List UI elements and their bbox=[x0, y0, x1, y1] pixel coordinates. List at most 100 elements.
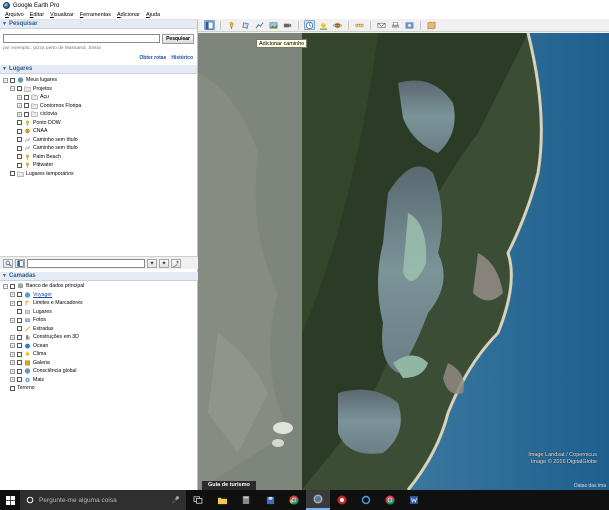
places-item[interactable]: Lugares temporários bbox=[3, 170, 197, 179]
add-path-button[interactable] bbox=[254, 20, 265, 30]
tourism-guide-tab[interactable]: Guia de turismo bbox=[202, 481, 256, 490]
layers-item[interactable]: + Clima bbox=[3, 350, 198, 359]
print-button[interactable] bbox=[390, 20, 401, 30]
word-button[interactable] bbox=[402, 490, 426, 510]
menu-editar[interactable]: Editar bbox=[27, 12, 47, 18]
expand-toggle-icon[interactable]: + bbox=[17, 94, 22, 100]
add-placemark-button[interactable] bbox=[226, 20, 237, 30]
layers-item[interactable]: + Galeria bbox=[3, 359, 198, 368]
places-item[interactable]: + ciclovia bbox=[3, 110, 197, 119]
layers-item[interactable]: − Banco de dados principal bbox=[3, 282, 198, 291]
layers-checkbox[interactable] bbox=[17, 317, 22, 323]
expand-toggle-icon[interactable]: + bbox=[17, 103, 22, 109]
layers-item[interactable]: + Ocean bbox=[3, 342, 198, 351]
places-checkbox[interactable] bbox=[17, 145, 22, 151]
view-in-maps-button[interactable] bbox=[426, 20, 437, 30]
expand-toggle-icon[interactable]: + bbox=[10, 368, 15, 374]
layers-checkbox[interactable] bbox=[17, 343, 22, 349]
layers-item[interactable]: + Consciência global bbox=[3, 367, 198, 376]
move-up-button[interactable]: ✦ bbox=[147, 258, 157, 268]
places-item[interactable]: Ponto DOW bbox=[3, 119, 197, 128]
sidebar-toggle-button[interactable] bbox=[204, 20, 215, 30]
places-checkbox[interactable] bbox=[17, 120, 22, 126]
start-button[interactable] bbox=[0, 490, 20, 510]
layers-checkbox[interactable] bbox=[10, 385, 15, 391]
calculator-button[interactable] bbox=[234, 490, 258, 510]
expand-toggle-icon[interactable]: + bbox=[10, 334, 15, 340]
move-down-button[interactable]: ✦ bbox=[159, 258, 169, 268]
layers-item[interactable]: + Mais bbox=[3, 376, 198, 385]
places-checkbox[interactable] bbox=[17, 86, 22, 92]
cortana-search[interactable]: Pergunte-me alguma coisa 🎤 bbox=[20, 490, 186, 510]
layers-checkbox[interactable] bbox=[17, 309, 22, 315]
layers-item[interactable]: + Limites e Marcadores bbox=[3, 299, 198, 308]
expand-toggle-icon[interactable]: + bbox=[10, 343, 15, 349]
expand-toggle-icon[interactable]: + bbox=[10, 351, 15, 357]
expand-toggle-icon[interactable]: + bbox=[10, 300, 15, 306]
layers-item[interactable]: + Voyager bbox=[3, 291, 198, 300]
search-panel-header[interactable]: ▼ Pesquisar bbox=[0, 20, 197, 29]
menu-adicionar[interactable]: Adicionar bbox=[114, 12, 143, 18]
add-polygon-button[interactable] bbox=[240, 20, 251, 30]
get-directions-link[interactable]: Obter rotas bbox=[139, 55, 166, 61]
sun-button[interactable] bbox=[318, 20, 329, 30]
places-item[interactable]: − Meus lugares bbox=[3, 76, 197, 85]
places-checkbox[interactable] bbox=[24, 111, 29, 117]
layers-checkbox[interactable] bbox=[17, 351, 22, 357]
places-item[interactable]: Pittwater bbox=[3, 161, 197, 170]
history-link[interactable]: Histórico bbox=[171, 55, 193, 61]
ruler-button[interactable] bbox=[354, 20, 365, 30]
places-checkbox[interactable] bbox=[17, 137, 22, 143]
collapse-toggle-icon[interactable]: − bbox=[10, 86, 15, 92]
expand-toggle-icon[interactable]: + bbox=[10, 292, 15, 298]
places-checkbox[interactable] bbox=[10, 171, 15, 177]
places-item[interactable]: Palm Beach bbox=[3, 153, 197, 162]
record-tour-button[interactable] bbox=[282, 20, 293, 30]
save-image-button[interactable] bbox=[404, 20, 415, 30]
places-panel-header[interactable]: ▼ Lugares bbox=[0, 65, 197, 74]
toggle-panel-button[interactable] bbox=[15, 258, 25, 268]
red-app-button[interactable] bbox=[330, 490, 354, 510]
save-app-button[interactable] bbox=[258, 490, 282, 510]
places-item[interactable]: Caminho sem título bbox=[3, 144, 197, 153]
menu-ferramentas[interactable]: Ferramentas bbox=[77, 12, 114, 18]
planets-button[interactable] bbox=[332, 20, 343, 30]
places-checkbox[interactable] bbox=[17, 154, 22, 160]
historical-imagery-button[interactable] bbox=[304, 20, 315, 30]
layers-checkbox[interactable] bbox=[17, 334, 22, 340]
expand-toggle-icon[interactable]: + bbox=[10, 377, 15, 383]
layers-checkbox[interactable] bbox=[17, 360, 22, 366]
places-item[interactable]: − Projetos bbox=[3, 85, 197, 94]
chrome-button[interactable] bbox=[282, 490, 306, 510]
expand-toggle-icon[interactable]: + bbox=[10, 317, 15, 323]
layers-checkbox[interactable] bbox=[17, 292, 22, 298]
places-item[interactable]: CNAA bbox=[3, 127, 197, 136]
places-item[interactable]: + Contornos Floripa bbox=[3, 102, 197, 111]
places-item[interactable]: Caminho sem título bbox=[3, 136, 197, 145]
menu-visualizar[interactable]: Visualizar bbox=[47, 12, 77, 18]
layers-checkbox[interactable] bbox=[17, 300, 22, 306]
collapse-toggle-icon[interactable]: − bbox=[3, 283, 8, 289]
layers-item[interactable]: Lugares bbox=[3, 308, 198, 317]
email-button[interactable] bbox=[376, 20, 387, 30]
places-checkbox[interactable] bbox=[10, 77, 15, 83]
layers-checkbox[interactable] bbox=[10, 283, 15, 289]
places-item[interactable]: + Açu bbox=[3, 93, 197, 102]
search-places-button[interactable] bbox=[3, 258, 13, 268]
layers-item[interactable]: Estradas bbox=[3, 325, 198, 334]
add-image-overlay-button[interactable] bbox=[268, 20, 279, 30]
expand-toggle-icon[interactable]: + bbox=[17, 111, 22, 117]
expand-toggle-icon[interactable]: + bbox=[10, 360, 15, 366]
places-checkbox[interactable] bbox=[24, 103, 29, 109]
share-button[interactable]: ⤴ bbox=[171, 258, 181, 268]
layers-checkbox[interactable] bbox=[17, 377, 22, 383]
layers-checkbox[interactable] bbox=[17, 368, 22, 374]
layers-item[interactable]: + Fotos bbox=[3, 316, 198, 325]
google-earth-taskbar-button[interactable] bbox=[306, 490, 330, 510]
search-input[interactable] bbox=[3, 34, 161, 43]
file-explorer-button[interactable] bbox=[210, 490, 234, 510]
places-checkbox[interactable] bbox=[17, 162, 22, 168]
search-button[interactable]: Pesquisar bbox=[162, 34, 194, 44]
places-checkbox[interactable] bbox=[24, 94, 29, 100]
layers-item[interactable]: + Construções em 3D bbox=[3, 333, 198, 342]
